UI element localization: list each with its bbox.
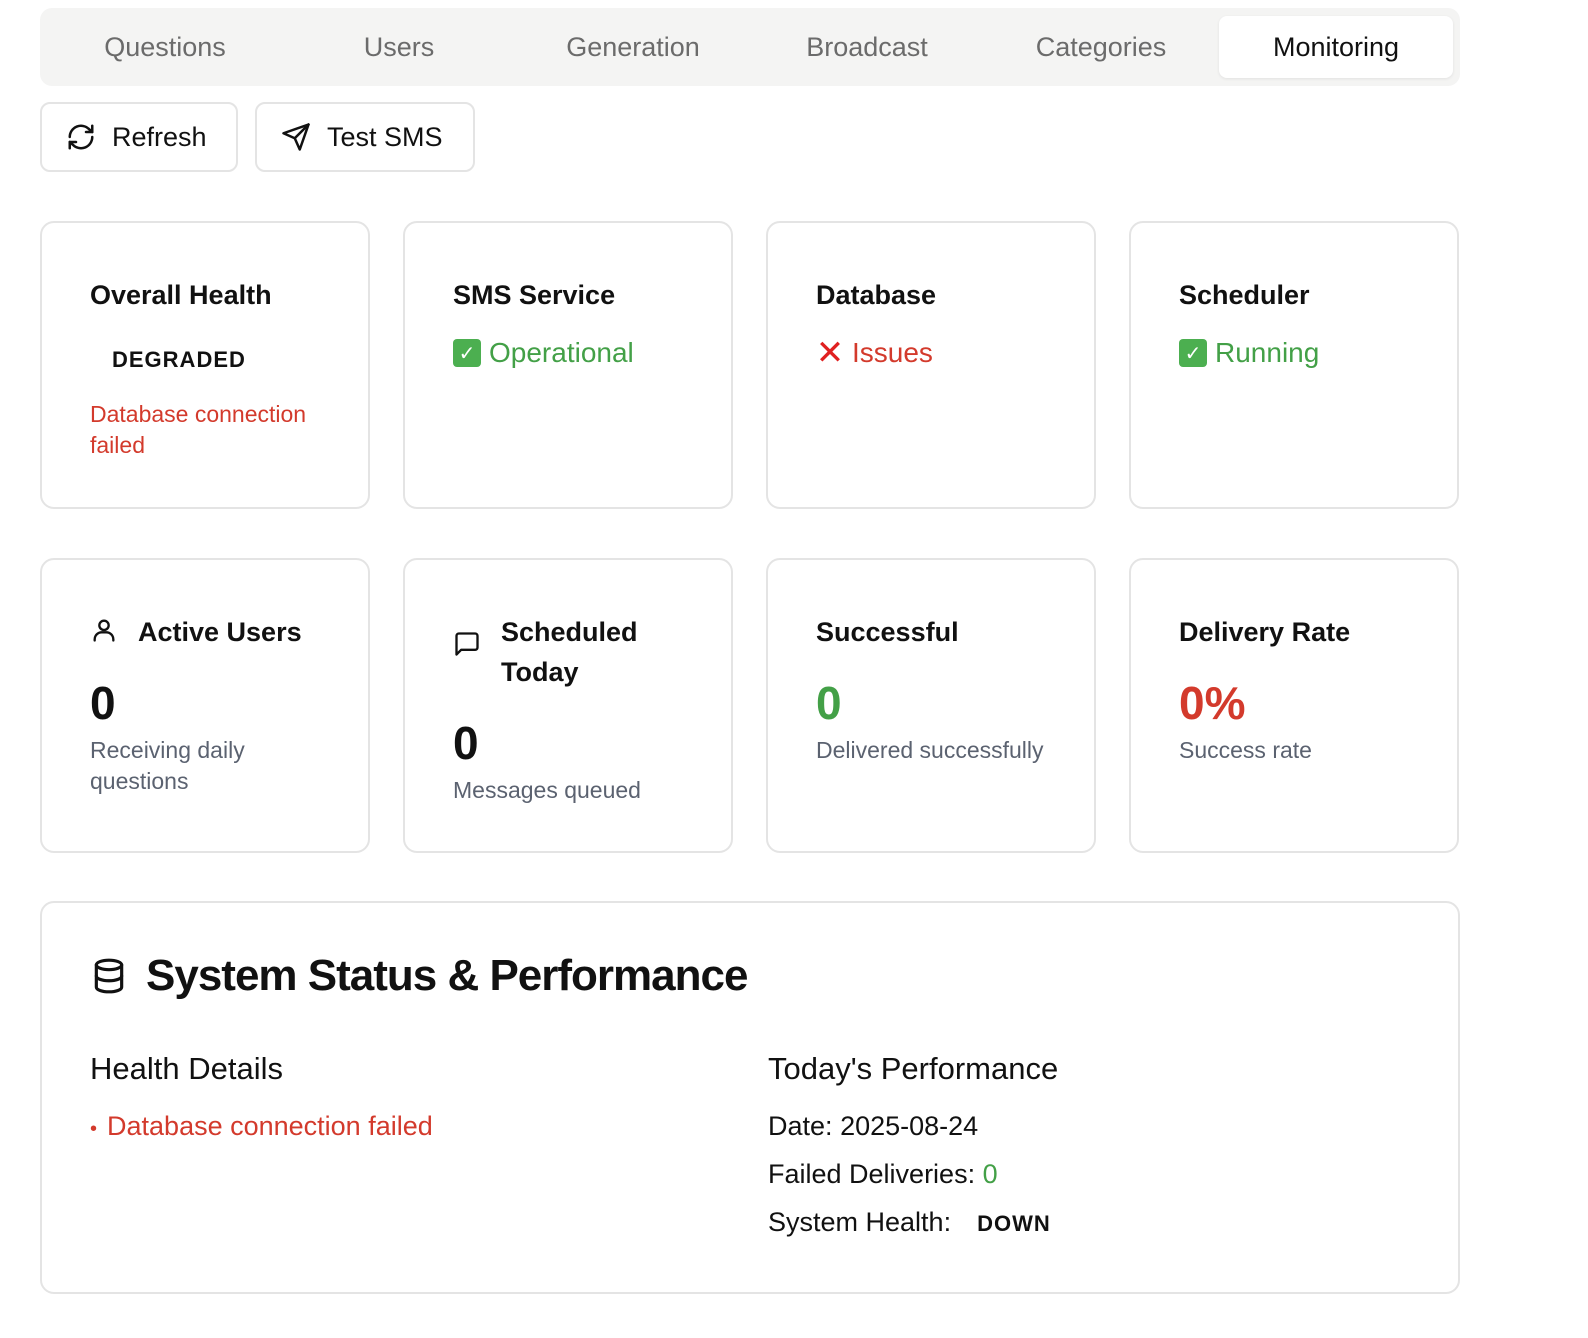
performance-health: System Health: DOWN — [768, 1207, 1051, 1238]
tab-generation[interactable]: Generation — [516, 16, 750, 78]
status-text: Running — [1215, 337, 1320, 368]
card-title: SMS Service — [453, 280, 616, 310]
stat-caption: Success rate — [1179, 737, 1312, 763]
card-title: Database — [816, 280, 937, 310]
tab-users[interactable]: Users — [282, 16, 516, 78]
bullet-marker: • — [90, 1118, 98, 1140]
panel-title-text: System Status & Performance — [146, 951, 748, 1000]
overall-health-card: Overall Health DEGRADED Database connect… — [40, 221, 370, 509]
stat-caption: Delivered successfully — [816, 737, 1044, 763]
stat-caption: Messages queued — [453, 777, 641, 803]
refresh-icon — [68, 124, 94, 150]
check-icon: ✓ — [453, 339, 481, 367]
test-sms-label: Test SMS — [327, 121, 443, 152]
tab-monitoring[interactable]: Monitoring — [1219, 16, 1453, 78]
stat-value: 0% — [1179, 677, 1246, 729]
health-details-heading: Health Details — [90, 1051, 283, 1086]
system-status-panel: System Status & Performance Health Detai… — [40, 901, 1460, 1294]
card-title-text: Active Users — [138, 617, 302, 647]
card-title: Successful — [816, 617, 959, 647]
test-sms-button[interactable]: Test SMS — [255, 102, 475, 172]
sms-status: ✓ Operational — [453, 337, 634, 369]
status-badge: DEGRADED — [112, 347, 246, 372]
send-icon — [282, 123, 310, 151]
card-title: Active Users — [90, 612, 302, 652]
failed-value: 0 — [982, 1159, 998, 1189]
delivery-rate-card: Delivery Rate 0% Success rate — [1129, 558, 1459, 853]
active-users-card: Active Users 0 Receiving daily questions — [40, 558, 370, 853]
scheduled-today-card: Scheduled Today 0 Messages queued — [403, 558, 733, 853]
card-title: Delivery Rate — [1179, 617, 1351, 647]
card-title: Scheduled Today — [453, 612, 683, 692]
tab-broadcast[interactable]: Broadcast — [750, 16, 984, 78]
date-value: 2025-08-24 — [840, 1111, 979, 1141]
cross-icon: ✕ — [815, 334, 845, 372]
performance-failed: Failed Deliveries: 0 — [768, 1159, 998, 1190]
sms-service-card: SMS Service ✓ Operational — [403, 221, 733, 509]
database-status: ✕ Issues — [815, 334, 933, 372]
message-icon — [455, 632, 479, 656]
card-title: Scheduler — [1179, 280, 1310, 310]
stat-value: 0 — [816, 677, 842, 729]
stat-value: 0 — [453, 717, 479, 769]
health-item-text: Database connection failed — [107, 1111, 433, 1141]
tab-bar: Questions Users Generation Broadcast Cat… — [40, 8, 1460, 86]
error-message: Database connection failed — [90, 401, 307, 458]
scheduler-status: ✓ Running — [1179, 337, 1319, 369]
stat-caption: Receiving daily questions — [90, 737, 245, 794]
check-icon: ✓ — [1179, 339, 1207, 367]
user-icon — [93, 619, 115, 642]
successful-card: Successful 0 Delivered successfully — [766, 558, 1096, 853]
health-label: System Health: — [768, 1207, 952, 1237]
health-item: • Database connection failed — [90, 1111, 433, 1142]
card-title: Overall Health — [90, 280, 272, 310]
date-label: Date: — [768, 1111, 833, 1141]
database-icon — [94, 958, 124, 994]
failed-label: Failed Deliveries: — [768, 1159, 976, 1189]
health-badge: DOWN — [977, 1211, 1051, 1236]
database-card: Database ✕ Issues — [766, 221, 1096, 509]
card-title-text: Scheduled Today — [501, 617, 638, 687]
performance-heading: Today's Performance — [768, 1051, 1059, 1086]
refresh-label: Refresh — [112, 121, 207, 152]
tab-categories[interactable]: Categories — [984, 16, 1218, 78]
stat-value: 0 — [90, 677, 116, 729]
tab-questions[interactable]: Questions — [48, 16, 282, 78]
performance-date: Date: 2025-08-24 — [768, 1111, 978, 1142]
panel-title: System Status & Performance — [90, 951, 748, 1001]
status-text: Issues — [852, 337, 933, 368]
scheduler-card: Scheduler ✓ Running — [1129, 221, 1459, 509]
status-text: Operational — [489, 337, 634, 368]
refresh-button[interactable]: Refresh — [40, 102, 238, 172]
